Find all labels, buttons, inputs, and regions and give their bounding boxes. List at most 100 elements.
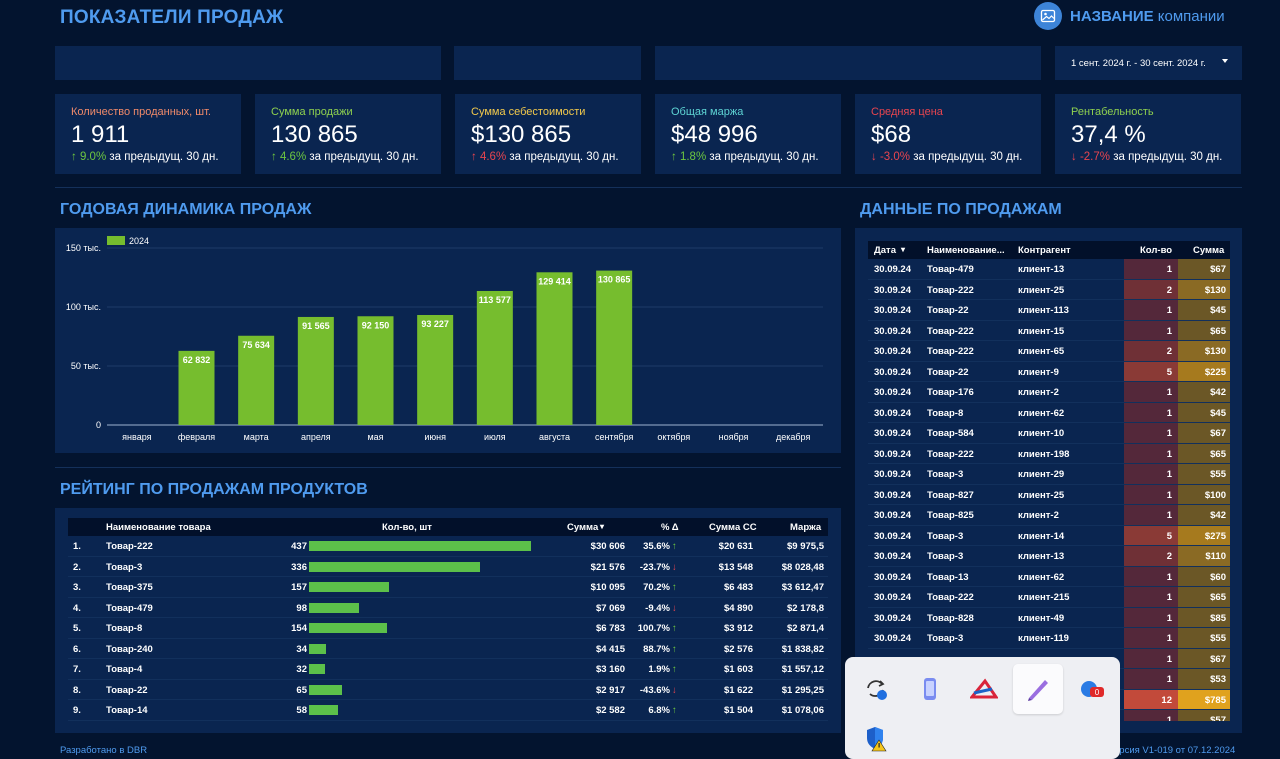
sale-client: клиент-2 [1018, 510, 1059, 521]
product-name: Товар-3 [106, 561, 143, 573]
sale-qty: 2 [1124, 341, 1178, 361]
sale-qty: 1 [1124, 484, 1178, 504]
table-row[interactable]: 30.09.24 Товар-8 клиент-62 1 $45 [868, 402, 1230, 423]
pen-icon [1028, 680, 1048, 701]
table-row[interactable]: 9. Товар-14 58 $2 582 6.8% ↑ $1 504 $1 078,06 [68, 700, 828, 721]
company-logo [1034, 2, 1062, 30]
table-row[interactable]: 30.09.24 Товар-222 клиент-215 1 $65 [868, 587, 1230, 608]
table-row[interactable]: 30.09.24 Товар-222 клиент-65 2 $130 [868, 341, 1230, 362]
sale-client: клиент-113 [1018, 305, 1069, 316]
data-label: 92 150 [362, 320, 390, 330]
notification-badge-icon: 0 [1081, 681, 1104, 697]
table-row[interactable]: 5. Товар-8 154 $6 783 100.7% ↑ $3 912 $2 871,4 [68, 618, 828, 639]
sale-sum: $130 [1178, 341, 1230, 361]
sale-sum: $57 [1178, 710, 1230, 721]
rating-table: Наименование товара Кол-во, шт Сумма ▾ %… [68, 518, 828, 721]
tray-pen-button[interactable] [1013, 664, 1063, 714]
annual-chart-svg: 0 50 тыс. 100 тыс. 150 тыс. 2024 января 62 832… [66, 236, 823, 442]
trend-arrow-icon: ↓ [871, 151, 877, 163]
table-row[interactable]: 30.09.24 Товар-584 клиент-10 1 $67 [868, 423, 1230, 444]
sale-sum: $42 [1178, 382, 1230, 402]
col-date[interactable]: Дата [874, 245, 896, 256]
sale-client: клиент-2 [1018, 387, 1059, 398]
col-qty[interactable]: Кол-во [1140, 245, 1172, 256]
table-row[interactable]: 8. Товар-22 65 $2 917 -43.6% ↓ $1 622 $1 295,25 [68, 680, 828, 700]
table-row[interactable]: 30.09.24 Товар-3 клиент-14 5 $275 [868, 525, 1230, 546]
table-row[interactable]: 7. Товар-4 32 $3 160 1.9% ↑ $1 603 $1 557,12 [68, 659, 828, 680]
tray-notification-button[interactable]: 0 [1067, 664, 1117, 714]
tray-phone-link-button[interactable] [905, 664, 955, 714]
product-margin: $3 612,47 [781, 582, 824, 593]
trend-arrow-icon: ↑ [271, 151, 277, 163]
table-row[interactable]: 30.09.24 Товар-3 клиент-119 1 $55 [868, 628, 1230, 649]
sale-product: Товар-3 [927, 633, 964, 644]
col-cost[interactable]: Сумма СС [709, 522, 757, 533]
sale-date: 30.09.24 [874, 305, 911, 316]
table-row[interactable]: 30.09.24 Товар-479 клиент-13 1 $67 [868, 259, 1230, 280]
sale-qty: 5 [1124, 361, 1178, 381]
sale-client: клиент-65 [1018, 346, 1065, 357]
tray-autodesk-button[interactable] [959, 664, 1009, 714]
table-row[interactable]: 30.09.24 Товар-176 клиент-2 1 $42 [868, 382, 1230, 403]
sort-desc-icon[interactable]: ▾ [600, 522, 604, 531]
col-sum[interactable]: Сумма [1193, 245, 1224, 256]
sale-sum: $85 [1178, 607, 1230, 627]
col-product[interactable]: Наименование... [927, 245, 1005, 256]
sale-product: Товар-827 [927, 489, 974, 501]
table-row[interactable]: 30.09.24 Товар-3 клиент-13 2 $110 [868, 546, 1230, 567]
table-row[interactable]: 30.09.24 Товар-22 клиент-113 1 $45 [868, 300, 1230, 321]
col-client[interactable]: Контрагент [1018, 245, 1071, 256]
col-qty[interactable]: Кол-во, шт [382, 522, 432, 533]
date-range-select[interactable]: 1 сент. 2024 г. - 30 сент. 2024 г. [1055, 46, 1242, 80]
table-row[interactable]: 3. Товар-375 157 $10 095 70.2% ↑ $6 483 $3 612,… [68, 577, 828, 598]
table-row[interactable]: 30.09.24 Товар-222 клиент-198 1 $65 [868, 443, 1230, 464]
filter-1[interactable] [55, 46, 441, 80]
table-row[interactable]: 30.09.24 Товар-222 клиент-15 1 $65 [868, 320, 1230, 341]
badge-count: 0 [1095, 688, 1100, 697]
tray-sync-button[interactable] [851, 664, 901, 714]
sale-product: Товар-8 [927, 407, 964, 419]
col-name[interactable]: Наименование товара [106, 522, 211, 533]
tray-security-button[interactable] [851, 719, 901, 759]
sale-sum: $53 [1178, 669, 1230, 689]
sale-product: Товар-584 [927, 428, 974, 439]
col-sum[interactable]: Сумма [567, 522, 598, 533]
filter-3[interactable] [655, 46, 1041, 80]
kpi-delta-suffix: за предыдущ. 30 дн. [709, 151, 819, 163]
table-row[interactable]: 4. Товар-479 98 $7 069 -9.4% ↓ $4 890 $2 178,8 [68, 598, 828, 618]
table-row[interactable]: 30.09.24 Товар-827 клиент-25 1 $100 [868, 484, 1230, 505]
table-row[interactable]: 30.09.24 Товар-828 клиент-49 1 $85 [868, 607, 1230, 628]
sale-date: 30.09.24 [874, 612, 911, 624]
col-pct[interactable]: % Δ [661, 522, 679, 533]
table-row[interactable]: 30.09.24 Товар-22 клиент-9 5 $225 [868, 361, 1230, 382]
sale-product: Товар-3 [927, 469, 964, 480]
col-margin[interactable]: Маржа [790, 522, 821, 533]
table-row[interactable]: 1. Товар-222 437 $30 606 35.6% ↑ $20 631 $9 975… [68, 536, 828, 557]
qty-bar [309, 643, 327, 654]
product-name: Товар-22 [106, 684, 148, 696]
sale-date: 30.09.24 [874, 633, 911, 644]
sale-date: 30.09.24 [874, 325, 911, 337]
product-qty: 336 [291, 561, 307, 573]
kpi-label: Сумма продажи [271, 106, 353, 118]
qty-bar [309, 664, 326, 674]
x-tick-label: августа [539, 432, 570, 442]
table-row[interactable]: 30.09.24 Товар-825 клиент-2 1 $42 [868, 505, 1230, 526]
sale-client: клиент-14 [1018, 530, 1065, 542]
table-row[interactable]: 30.09.24 Товар-3 клиент-29 1 $55 [868, 464, 1230, 485]
sale-sum: $110 [1178, 546, 1230, 566]
data-label: 75 634 [242, 340, 270, 350]
table-row[interactable]: 2. Товар-3 336 $21 576 -23.7% ↓ $13 548 $8 028,… [68, 557, 828, 577]
table-row[interactable]: 30.09.24 Товар-13 клиент-62 1 $60 [868, 566, 1230, 587]
bar [476, 290, 513, 425]
sort-desc-icon[interactable]: ▾ [901, 245, 905, 254]
kpi-delta: ↑ 4.6% за предыдущ. 30 дн. [271, 151, 425, 163]
filter-2[interactable] [454, 46, 641, 80]
table-row[interactable]: 6. Товар-240 34 $4 415 88.7% ↑ $2 576 $1 838,82 [68, 639, 828, 659]
sale-qty: 1 [1124, 648, 1178, 668]
sale-client: клиент-49 [1018, 612, 1065, 624]
sale-product: Товар-222 [927, 284, 974, 296]
product-pct: 1.9% [648, 664, 670, 675]
table-row[interactable]: 30.09.24 Товар-222 клиент-25 2 $130 [868, 279, 1230, 300]
sale-client: клиент-119 [1018, 633, 1069, 644]
